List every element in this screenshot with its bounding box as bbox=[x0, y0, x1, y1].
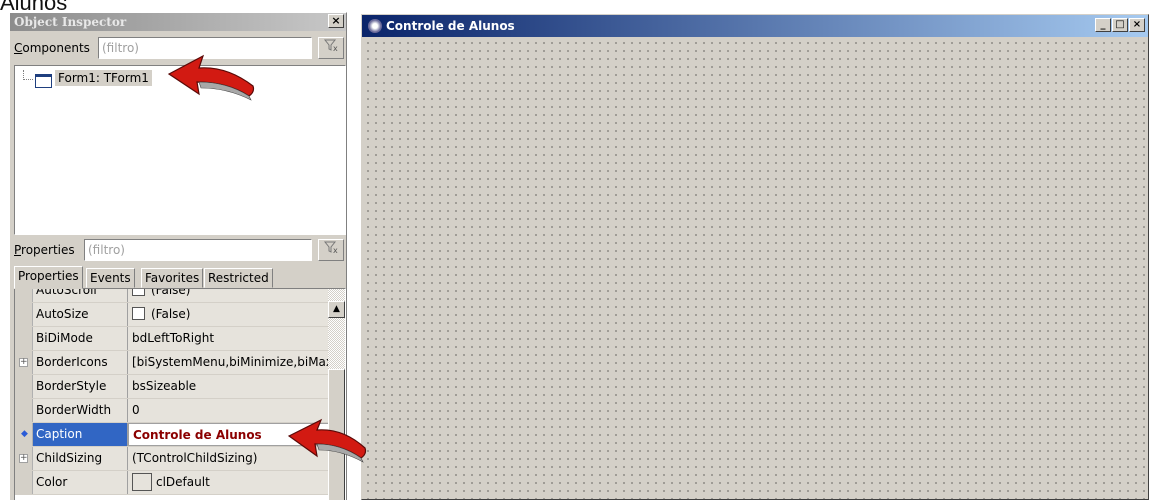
property-value[interactable]: bsSizeable bbox=[128, 375, 331, 398]
tree-item-form1[interactable]: Form1: TForm1 bbox=[55, 70, 152, 86]
form-designer-window: Controle de Alunos _ □ × bbox=[361, 14, 1149, 500]
property-name: BorderStyle bbox=[33, 375, 128, 398]
svg-text:x: x bbox=[333, 246, 338, 254]
close-button[interactable]: × bbox=[1129, 18, 1145, 32]
property-row-autoscroll[interactable]: AutoScroll (False) bbox=[15, 289, 331, 303]
property-row-bordericons[interactable]: + BorderIcons [biSystemMenu,biMinimize,b… bbox=[15, 351, 331, 375]
property-name: AutoSize bbox=[33, 303, 128, 326]
tab-restricted[interactable]: Restricted bbox=[204, 268, 273, 288]
property-value[interactable]: [biSystemMenu,biMinimize,biMaximize] bbox=[128, 351, 331, 374]
properties-label: Properties bbox=[14, 243, 75, 257]
arrow-icon bbox=[287, 418, 367, 463]
properties-filter-clear-button[interactable]: x bbox=[318, 239, 344, 261]
object-inspector-title: Object Inspector bbox=[14, 15, 127, 29]
property-name: AutoScroll bbox=[33, 289, 128, 302]
row-gutter bbox=[15, 471, 33, 494]
row-gutter bbox=[15, 289, 33, 302]
scroll-up-button[interactable]: ▲ bbox=[328, 301, 345, 318]
property-value[interactable]: clDefault bbox=[128, 471, 331, 494]
checkbox[interactable] bbox=[132, 307, 145, 320]
tab-properties[interactable]: Properties bbox=[14, 266, 83, 289]
property-row-bidimode[interactable]: BiDiMode bdLeftToRight bbox=[15, 327, 331, 351]
property-row-caption[interactable]: ◆ Caption Controle de Alunos bbox=[15, 423, 331, 447]
form-titlebar[interactable]: Controle de Alunos _ □ × bbox=[362, 15, 1148, 37]
checkbox[interactable] bbox=[132, 289, 145, 296]
object-inspector-titlebar[interactable]: Object Inspector × bbox=[10, 13, 346, 31]
app-icon bbox=[368, 19, 382, 33]
row-gutter bbox=[15, 399, 33, 422]
tab-favorites[interactable]: Favorites bbox=[141, 268, 204, 288]
tab-events[interactable]: Events bbox=[86, 268, 135, 288]
clear-filter-icon: x bbox=[323, 39, 338, 53]
property-name: Caption bbox=[33, 423, 128, 446]
property-name: BorderWidth bbox=[33, 399, 128, 422]
property-row-childsizing[interactable]: + ChildSizing (TControlChildSizing) bbox=[15, 447, 331, 471]
property-name: Color bbox=[33, 471, 128, 494]
row-gutter bbox=[15, 375, 33, 398]
close-button[interactable]: × bbox=[328, 14, 344, 28]
property-value[interactable]: (False) bbox=[128, 303, 331, 326]
color-swatch bbox=[132, 473, 152, 491]
svg-text:x: x bbox=[333, 44, 338, 52]
property-row-autosize[interactable]: AutoSize (False) bbox=[15, 303, 331, 327]
property-name: BiDiMode bbox=[33, 327, 128, 350]
property-name: BorderIcons bbox=[33, 351, 128, 374]
row-gutter: + bbox=[15, 447, 33, 470]
form-design-grid[interactable] bbox=[362, 37, 1148, 499]
property-row-color[interactable]: Color clDefault bbox=[15, 471, 331, 495]
property-row-borderstyle[interactable]: BorderStyle bsSizeable bbox=[15, 375, 331, 399]
current-row-icon: ◆ bbox=[21, 429, 28, 439]
property-value[interactable]: bdLeftToRight bbox=[128, 327, 331, 350]
properties-filter-row: Properties (filtro) x bbox=[14, 239, 344, 261]
properties-filter-input[interactable]: (filtro) bbox=[84, 239, 312, 261]
form-icon bbox=[35, 74, 52, 88]
arrow-icon bbox=[167, 54, 255, 101]
expand-icon[interactable]: + bbox=[19, 358, 28, 367]
row-gutter bbox=[15, 327, 33, 350]
property-value[interactable]: (False) bbox=[128, 289, 331, 302]
property-row-borderwidth[interactable]: BorderWidth 0 bbox=[15, 399, 331, 423]
components-filter-clear-button[interactable]: x bbox=[318, 37, 344, 59]
maximize-button[interactable]: □ bbox=[1112, 18, 1128, 32]
row-gutter: + bbox=[15, 351, 33, 374]
property-grid: AutoScroll (False) AutoSize (False) BiDi… bbox=[14, 288, 346, 500]
property-name: ChildSizing bbox=[33, 447, 128, 470]
form-title: Controle de Alunos bbox=[386, 19, 515, 33]
minimize-button[interactable]: _ bbox=[1095, 18, 1111, 32]
components-label: Components bbox=[14, 41, 90, 55]
property-grid-scrollbar[interactable]: ▲ bbox=[328, 289, 345, 500]
row-gutter bbox=[15, 303, 33, 326]
clear-filter-icon: x bbox=[323, 241, 338, 255]
row-gutter: ◆ bbox=[15, 423, 33, 446]
tree-connector bbox=[23, 70, 33, 80]
expand-icon[interactable]: + bbox=[19, 454, 28, 463]
